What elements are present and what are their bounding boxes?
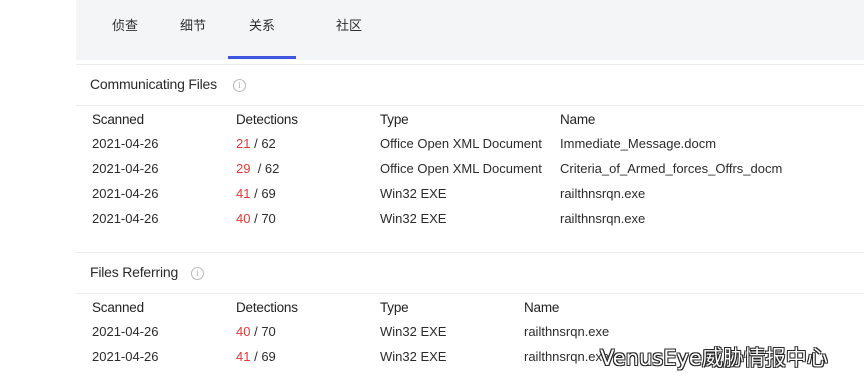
detection-count: 40 xyxy=(236,211,251,226)
cell-type: Office Open XML Document xyxy=(380,136,542,151)
column-header-detections: Detections xyxy=(236,112,298,127)
section-title-communicating-files: Communicating Files xyxy=(90,76,217,92)
cell-scanned: 2021-04-26 xyxy=(92,324,159,339)
detection-total: / 62 xyxy=(257,161,280,176)
cell-scanned: 2021-04-26 xyxy=(92,136,159,151)
cell-file-name[interactable]: railthnsrqn.exe xyxy=(560,211,645,226)
tab-relations[interactable]: 关系 xyxy=(228,0,296,59)
column-header-type: Type xyxy=(380,112,409,127)
tab-details[interactable]: 细节 xyxy=(168,0,218,58)
detection-total: / 69 xyxy=(254,349,276,364)
cell-type: Win32 EXE xyxy=(380,186,447,201)
cell-scanned: 2021-04-26 xyxy=(92,161,159,176)
cell-type: Win32 EXE xyxy=(380,211,447,226)
communicating-files-header: Communicating Files i xyxy=(76,64,864,106)
info-icon[interactable]: i xyxy=(233,79,246,92)
section-title-files-referring: Files Referring xyxy=(90,264,179,280)
cell-scanned: 2021-04-26 xyxy=(92,349,159,364)
files-referring-header: Files Referring i xyxy=(76,252,864,294)
cell-scanned: 2021-04-26 xyxy=(92,211,159,226)
info-icon[interactable]: i xyxy=(191,267,204,280)
cell-type: Win32 EXE xyxy=(380,349,447,364)
detection-total: / 70 xyxy=(254,324,276,339)
cell-scanned: 2021-04-26 xyxy=(92,186,159,201)
cell-detections: 40 / 70 xyxy=(236,211,276,226)
cell-detections: 21 / 62 xyxy=(236,136,276,151)
tab-recon[interactable]: 侦查 xyxy=(100,0,150,58)
tab-bar: 侦查 细节 关系 社区 xyxy=(76,0,864,60)
cell-detections: 41 / 69 xyxy=(236,186,276,201)
detection-count: 40 xyxy=(236,324,251,339)
cell-file-name[interactable]: Criteria_of_Armed_forces_Offrs_docm xyxy=(560,161,782,176)
detection-total: / 69 xyxy=(254,186,276,201)
detection-count: 41 xyxy=(236,349,251,364)
tab-community[interactable]: 社区 xyxy=(324,0,374,58)
detection-count: 29 xyxy=(236,161,251,176)
column-header-name: Name xyxy=(560,112,596,127)
detection-count: 21 xyxy=(236,136,251,151)
column-header-scanned: Scanned xyxy=(92,112,144,127)
cell-detections: 29 / 62 xyxy=(236,161,279,176)
watermark: VenusEye威胁情报中心 xyxy=(600,346,828,370)
detection-count: 41 xyxy=(236,186,251,201)
cell-file-name[interactable]: railthnsrqn.exe xyxy=(524,324,609,339)
column-header-name: Name xyxy=(524,300,560,315)
cell-detections: 40 / 70 xyxy=(236,324,276,339)
column-header-type: Type xyxy=(380,300,409,315)
column-header-scanned: Scanned xyxy=(92,300,144,315)
detection-total: / 62 xyxy=(254,136,276,151)
detection-total: / 70 xyxy=(254,211,276,226)
cell-type: Win32 EXE xyxy=(380,324,447,339)
cell-type: Office Open XML Document xyxy=(380,161,542,176)
cell-file-name[interactable]: railthnsrqn.exe xyxy=(524,349,609,364)
column-header-detections: Detections xyxy=(236,300,298,315)
cell-file-name[interactable]: railthnsrqn.exe xyxy=(560,186,645,201)
cell-file-name[interactable]: Immediate_Message.docm xyxy=(560,136,716,151)
cell-detections: 41 / 69 xyxy=(236,349,276,364)
page: 侦查 细节 关系 社区 Communicating Files i Scanne… xyxy=(0,0,864,384)
